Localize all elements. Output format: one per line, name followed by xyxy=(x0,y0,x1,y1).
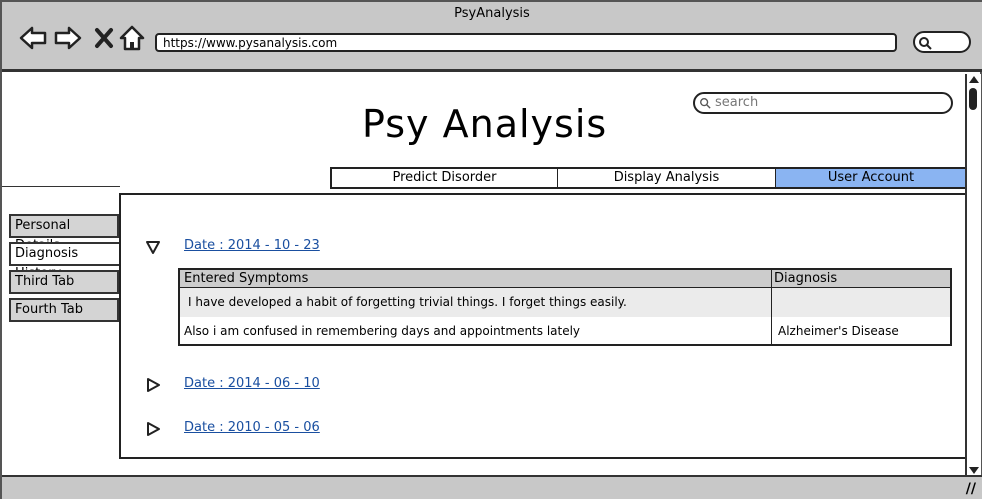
history-date-link[interactable]: Date : 2014 - 10 - 23 xyxy=(184,238,320,253)
browser-search-button[interactable] xyxy=(913,31,971,53)
side-tab-diagnosis-history[interactable]: Diagnosis History xyxy=(9,242,121,281)
table-header: Entered Symptoms Diagnosis xyxy=(180,270,950,288)
stop-x-icon[interactable] xyxy=(89,23,119,53)
tab-predict-disorder[interactable]: Predict Disorder xyxy=(332,169,558,187)
table-row: Also i am confused in remembering days a… xyxy=(180,317,950,346)
side-tab-fourth[interactable]: Fourth Tab xyxy=(9,298,119,322)
column-header-symptoms: Entered Symptoms xyxy=(184,271,309,286)
search-input[interactable]: search xyxy=(693,92,953,114)
scroll-down-icon[interactable] xyxy=(969,467,979,474)
symptoms-table: Entered Symptoms Diagnosis I have develo… xyxy=(178,268,952,346)
column-divider xyxy=(771,270,772,344)
table-row: I have developed a habit of forgetting t… xyxy=(180,288,950,317)
symptom-cell: Also i am confused in remembering days a… xyxy=(184,324,581,338)
side-tab-personal-details[interactable]: Personal Details xyxy=(9,214,119,253)
top-tab-bar: Predict Disorder Display Analysis User A… xyxy=(330,167,966,189)
symptom-cell: I have developed a habit of forgetting t… xyxy=(188,295,627,309)
expand-triangle-icon[interactable] xyxy=(145,377,161,393)
history-date-link[interactable]: Date : 2014 - 06 - 10 xyxy=(184,376,320,391)
home-icon[interactable] xyxy=(117,23,147,53)
column-header-diagnosis: Diagnosis xyxy=(774,271,838,286)
magnifier-icon xyxy=(919,37,932,50)
url-bar[interactable]: https://www.pysanalysis.com xyxy=(155,33,897,52)
resize-grip-icon[interactable]: // xyxy=(966,481,976,497)
scroll-thumb[interactable] xyxy=(969,88,977,110)
status-bar: // xyxy=(2,475,982,499)
divider xyxy=(2,186,120,187)
scroll-up-icon[interactable] xyxy=(969,76,979,83)
collapse-triangle-icon[interactable] xyxy=(145,239,161,255)
history-date-link[interactable]: Date : 2010 - 05 - 06 xyxy=(184,420,320,435)
tab-user-account[interactable]: User Account xyxy=(776,169,966,187)
browser-toolbar: PsyAnalysis https://www.pysanalysis.com xyxy=(2,2,982,72)
expand-triangle-icon[interactable] xyxy=(145,421,161,437)
forward-arrow-icon[interactable] xyxy=(53,23,83,53)
search-icon xyxy=(700,98,711,109)
window-title: PsyAnalysis xyxy=(454,6,530,21)
browser-window: PsyAnalysis https://www.pysanalysis.com … xyxy=(0,0,982,499)
side-tab-third[interactable]: Third Tab xyxy=(9,270,119,294)
vertical-scrollbar[interactable] xyxy=(965,74,981,477)
app-title: Psy Analysis xyxy=(362,102,608,146)
diagnosis-cell: Alzheimer's Disease xyxy=(778,324,899,338)
back-arrow-icon[interactable] xyxy=(18,23,48,53)
page-content: Psy Analysis search Predict Disorder Dis… xyxy=(2,72,966,477)
search-placeholder: search xyxy=(715,95,759,110)
tab-display-analysis[interactable]: Display Analysis xyxy=(558,169,776,187)
